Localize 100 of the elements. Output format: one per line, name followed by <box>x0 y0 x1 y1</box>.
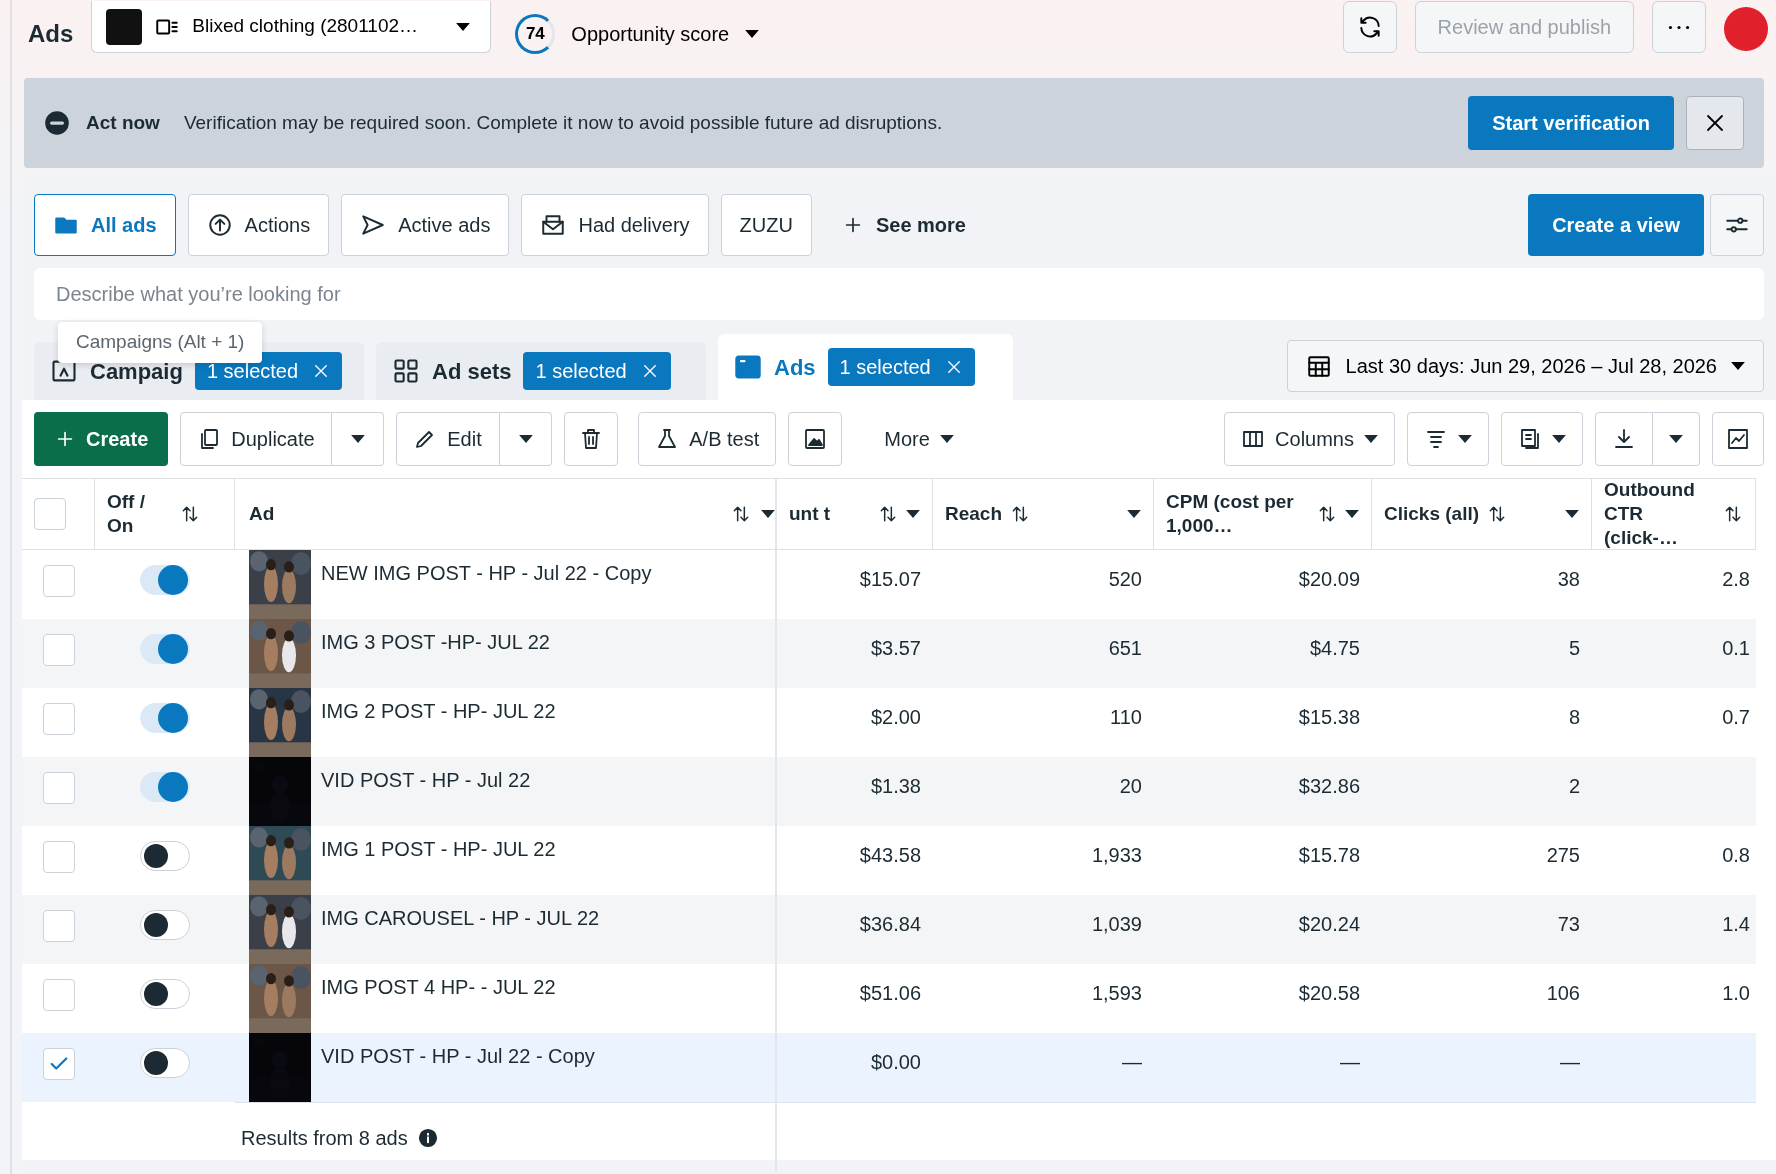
window-icon <box>734 353 762 381</box>
toggle-switch[interactable] <box>140 565 190 595</box>
send-icon <box>360 212 387 238</box>
start-verification-button[interactable]: Start verification <box>1468 96 1674 150</box>
caret-icon <box>939 435 954 443</box>
table-cell-text: $43.58 <box>859 843 921 868</box>
table-cell-text: 1,933 <box>1091 843 1142 868</box>
reports-button[interactable] <box>1501 412 1583 466</box>
row-checkbox[interactable] <box>42 1048 75 1080</box>
create-button[interactable]: Create <box>34 412 169 466</box>
table-cell-text: $15.07 <box>859 567 921 592</box>
refresh-button[interactable] <box>1342 1 1397 53</box>
select-all-checkbox[interactable] <box>34 498 66 530</box>
selection-chip[interactable]: 1 selected <box>827 348 975 386</box>
column-header[interactable]: Clicks (all) <box>1384 502 1480 526</box>
ad-name[interactable]: IMG 2 POST - HP- JUL 22 <box>321 688 556 726</box>
table-cell-text: 38 <box>1557 567 1580 592</box>
chart-button[interactable] <box>1712 412 1764 466</box>
row-checkbox[interactable] <box>42 772 75 804</box>
sort-icon <box>731 504 751 524</box>
table-cell-text: $51.06 <box>859 981 921 1006</box>
table-cell-text: $1.38 <box>870 774 921 799</box>
caret-icon <box>1458 435 1472 443</box>
view-tab[interactable]: All ads <box>34 194 176 256</box>
toggle-switch[interactable] <box>140 772 190 802</box>
selection-chip[interactable]: 1 selected <box>523 352 671 390</box>
table-cell-text: 1.0 <box>1722 981 1750 1006</box>
row-checkbox[interactable] <box>42 841 75 873</box>
table-cell-text: 2 <box>1568 774 1580 799</box>
close-button[interactable] <box>1686 96 1744 150</box>
breakdown-button[interactable] <box>1407 412 1489 466</box>
row-checkbox[interactable] <box>42 703 75 735</box>
dropdown-button[interactable] <box>1653 412 1700 466</box>
date-range-picker[interactable]: Last 30 days: Jun 29, 2026 – Jul 28, 2026 <box>1286 340 1764 392</box>
edit-button[interactable]: Edit <box>396 412 501 466</box>
column-header[interactable]: unt t <box>789 502 835 526</box>
table-cell-text: 651 <box>1108 636 1142 661</box>
caret-icon <box>1552 435 1566 443</box>
caret-icon <box>350 435 365 443</box>
view-tab[interactable]: ZUZU <box>720 194 812 256</box>
info-icon <box>417 1127 438 1148</box>
toggle-switch[interactable] <box>140 634 190 664</box>
table-cell-text: $4.75 <box>1309 636 1360 661</box>
table-cell-text: $15.38 <box>1298 705 1360 730</box>
search-field[interactable]: Describe what you’re looking for <box>34 268 1764 320</box>
banner-message: Verification may be required soon. Complete it now to avoid possible future ad disruptions. <box>183 110 943 135</box>
duplicate-button[interactable]: Duplicate <box>180 412 333 466</box>
document-icon <box>1518 427 1542 451</box>
columns-button[interactable]: Columns <box>1224 412 1395 466</box>
caret-icon <box>745 30 760 38</box>
results-summary: Results from 8 ads <box>241 1125 408 1151</box>
toggle-switch[interactable] <box>140 841 190 871</box>
ad-name[interactable]: IMG 1 POST - HP- JUL 22 <box>321 826 556 864</box>
toggle-switch[interactable] <box>140 979 190 1009</box>
row-checkbox[interactable] <box>42 634 75 666</box>
column-header[interactable]: Reach <box>945 502 1003 526</box>
table-cell-text: 0.8 <box>1722 843 1750 868</box>
create-view-button[interactable]: Create a view <box>1528 194 1704 256</box>
table-cell-text: $32.86 <box>1298 774 1360 799</box>
ad-name[interactable]: IMG POST 4 HP- - JUL 22 <box>321 964 556 1002</box>
see-more-button[interactable]: See more <box>823 194 984 256</box>
table-cell-text: 0.1 <box>1722 636 1750 661</box>
caret-icon <box>1565 510 1579 518</box>
view-settings-button[interactable] <box>1710 194 1764 256</box>
download-button[interactable] <box>1595 412 1653 466</box>
row-checkbox[interactable] <box>42 910 75 942</box>
view-tab[interactable]: Active ads <box>341 194 510 256</box>
toggle-switch[interactable] <box>140 1048 190 1078</box>
caret-icon <box>1669 435 1683 443</box>
ab-test-button[interactable]: A/B test <box>638 412 777 466</box>
envelope-icon <box>540 212 567 238</box>
level-tab[interactable]: Ad sets 1 selected <box>376 342 706 400</box>
row-checkbox[interactable] <box>42 979 75 1011</box>
campaigns-tooltip: Campaigns (Alt + 1) <box>58 322 263 363</box>
table-cell-text: 8 <box>1568 705 1580 730</box>
table-cell-text: — <box>1122 1050 1142 1075</box>
table-cell-text: 0.7 <box>1722 705 1750 730</box>
chart-icon <box>1726 427 1750 451</box>
row-checkbox[interactable] <box>42 565 75 597</box>
delete-button[interactable] <box>564 412 619 466</box>
ad-name[interactable]: NEW IMG POST - HP - Jul 22 - Copy <box>321 550 652 588</box>
view-tab[interactable]: Had delivery <box>521 194 709 256</box>
table-cell-text: 275 <box>1546 843 1580 868</box>
level-tab[interactable]: Ads 1 selected <box>718 334 1013 400</box>
table-cell-text: $3.57 <box>870 636 921 661</box>
upload-icon <box>206 212 233 238</box>
toggle-switch[interactable] <box>140 703 190 733</box>
opportunity-score[interactable]: 74 Opportunity score <box>509 13 766 55</box>
table-cell-text: 73 <box>1557 912 1580 937</box>
score-gauge: 74 <box>515 14 556 54</box>
avatar-icon[interactable] <box>1724 7 1768 51</box>
account-selector[interactable]: Blixed clothing (2801102… <box>91 1 492 53</box>
toggle-switch[interactable] <box>140 910 190 940</box>
sort-icon <box>878 504 898 524</box>
image-button[interactable] <box>788 412 843 466</box>
view-tab[interactable]: Actions <box>187 194 330 256</box>
more-icon <box>1668 24 1690 30</box>
caret-icon <box>1127 510 1141 518</box>
page-title: Ads <box>28 19 74 49</box>
sort-icon <box>1317 504 1337 524</box>
